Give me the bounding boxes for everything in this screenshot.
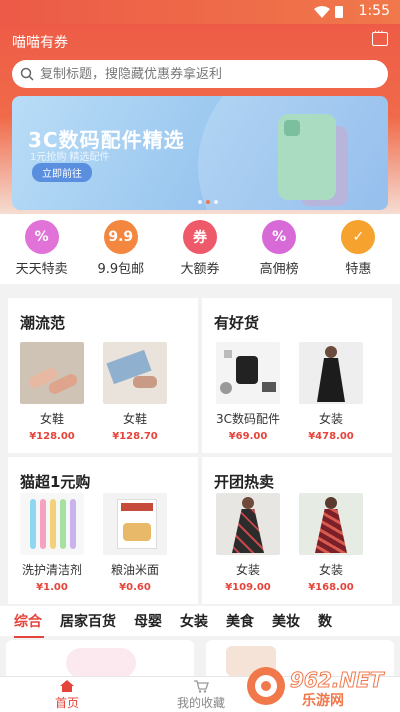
- header: 喵喵有券 3C数码配件精选 1元抢购 精选配件 立即前往: [0, 24, 400, 230]
- tab-household[interactable]: 居家百货: [60, 611, 116, 631]
- product-image-gadgets: [216, 342, 280, 404]
- nine-nine-icon: 9.9: [103, 220, 138, 254]
- section-trendy[interactable]: 潮流范 女鞋 ¥128.00 女鞋 ¥128.70: [8, 298, 198, 453]
- product-card[interactable]: 洗护清洁剂 ¥1.00: [20, 493, 84, 593]
- product-card[interactable]: 女装 ¥478.00: [299, 342, 363, 442]
- category-tabs: 综合 居家百货 母婴 女装 美食 美妆 数: [0, 606, 400, 638]
- battery-icon: [335, 6, 343, 18]
- search-input[interactable]: [40, 66, 370, 82]
- section-good-finds[interactable]: 有好货 3C数码配件 ¥69.00 女装 ¥478.00: [202, 298, 392, 453]
- product-image-shoes: [20, 342, 84, 404]
- banner-dot[interactable]: [198, 200, 202, 204]
- status-icons: [314, 5, 344, 19]
- status-bar: 1:55: [0, 0, 400, 24]
- banner-dot[interactable]: [214, 200, 218, 204]
- tab-baby[interactable]: 母婴: [134, 611, 162, 631]
- product-card[interactable]: 3C数码配件 ¥69.00: [216, 342, 280, 442]
- quick-nav-item[interactable]: 券 大额券: [164, 214, 236, 284]
- product-price: ¥128.70: [112, 431, 158, 442]
- product-price: ¥109.00: [225, 582, 271, 593]
- calendar-icon: ✓: [341, 220, 376, 254]
- tab-beauty[interactable]: 美妆: [272, 611, 300, 631]
- search-bar[interactable]: [12, 60, 388, 88]
- product-image-jeans: [103, 342, 167, 404]
- product-name: 洗护清洁剂: [21, 563, 82, 577]
- product-name: 3C数码配件: [216, 412, 281, 426]
- app-title: 喵喵有券: [12, 35, 68, 51]
- tab-comprehensive[interactable]: 综合: [14, 611, 44, 638]
- phone-case-green-image: [278, 114, 336, 200]
- product-price: ¥0.60: [119, 582, 151, 593]
- product-image-red-dress: [299, 493, 363, 555]
- banner-subtitle: 1元抢购 精选配件: [30, 152, 110, 163]
- product-image-floral-dress: [216, 493, 280, 555]
- section-title: 猫超1元购: [20, 473, 91, 491]
- app-bar: 喵喵有券: [0, 24, 400, 58]
- quick-nav-label: 9.9包邮: [97, 262, 145, 277]
- banner-go-button[interactable]: 立即前往: [32, 163, 92, 182]
- cart-icon: [194, 680, 209, 693]
- section-title: 开团热卖: [214, 473, 275, 491]
- search-icon: [20, 67, 34, 81]
- product-price: ¥168.00: [308, 582, 354, 593]
- banner-pagination[interactable]: [198, 200, 218, 204]
- product-card[interactable]: 女鞋 ¥128.70: [103, 342, 167, 442]
- watermark-text: 962.NET: [289, 668, 384, 693]
- tab-digital[interactable]: 数: [318, 611, 332, 631]
- tab-home[interactable]: 首页: [0, 677, 134, 712]
- section-title: 潮流范: [20, 314, 66, 332]
- quick-nav-item[interactable]: % 天天特卖: [6, 214, 78, 284]
- percent-tag-icon: %: [262, 220, 297, 254]
- status-time: 1:55: [358, 3, 390, 19]
- product-sections: 潮流范 女鞋 ¥128.00 女鞋 ¥128.70 有好货 3C数码配件 ¥69…: [8, 298, 392, 604]
- quick-nav-item[interactable]: ✓ 特惠: [322, 214, 394, 284]
- product-name: 女鞋: [122, 412, 147, 426]
- quick-nav-label: 天天特卖: [15, 262, 68, 277]
- watermark-logo-icon: [247, 667, 285, 705]
- quick-nav-item[interactable]: % 高佣榜: [243, 214, 315, 284]
- product-name: 粮油米面: [110, 563, 159, 577]
- product-price: ¥69.00: [228, 431, 268, 442]
- quick-nav-label: 大额券: [180, 262, 220, 277]
- tab-womens-clothing[interactable]: 女装: [180, 611, 208, 631]
- quick-nav-label: 特惠: [345, 262, 372, 277]
- product-card[interactable]: 女装 ¥109.00: [216, 493, 280, 593]
- product-name: 女装: [318, 412, 343, 426]
- banner-dot[interactable]: [206, 200, 210, 204]
- product-name: 女装: [235, 563, 260, 577]
- promo-banner[interactable]: 3C数码配件精选 1元抢购 精选配件 立即前往: [12, 96, 388, 210]
- product-price: ¥478.00: [308, 431, 354, 442]
- product-price: ¥128.00: [29, 431, 75, 442]
- product-card[interactable]: 女装 ¥168.00: [299, 493, 363, 593]
- coupon-icon: 券: [182, 220, 217, 254]
- tab-label: 首页: [54, 696, 79, 710]
- product-price: ¥1.00: [36, 582, 68, 593]
- product-image-black-dress: [299, 342, 363, 404]
- message-icon[interactable]: [372, 27, 388, 46]
- wifi-icon: [314, 6, 330, 18]
- home-icon: [60, 680, 74, 692]
- section-group-buy[interactable]: 开团热卖 女装 ¥109.00 女装 ¥168.00: [202, 457, 392, 604]
- section-one-yuan[interactable]: 猫超1元购 洗护清洁剂 ¥1.00 粮油米面 ¥0.60: [8, 457, 198, 604]
- product-image-snack: [103, 493, 167, 555]
- quick-nav-item[interactable]: 9.9 9.9包邮: [85, 214, 157, 284]
- product-name: 女鞋: [39, 412, 64, 426]
- site-watermark: 962.NET 乐游网: [244, 664, 394, 710]
- tab-label: 我的收藏: [176, 696, 225, 710]
- quick-nav: % 天天特卖 9.9 9.9包邮 券 大额券 % 高佣榜 ✓ 特惠: [0, 214, 400, 284]
- product-image-toothbrush: [20, 493, 84, 555]
- product-card[interactable]: 粮油米面 ¥0.60: [103, 493, 167, 593]
- section-title: 有好货: [214, 314, 260, 332]
- percent-icon: %: [24, 220, 59, 254]
- product-name: 女装: [318, 563, 343, 577]
- product-card[interactable]: 女鞋 ¥128.00: [20, 342, 84, 442]
- quick-nav-label: 高佣榜: [259, 262, 299, 277]
- watermark-subtext: 乐游网: [302, 693, 344, 709]
- tab-food[interactable]: 美食: [226, 611, 254, 631]
